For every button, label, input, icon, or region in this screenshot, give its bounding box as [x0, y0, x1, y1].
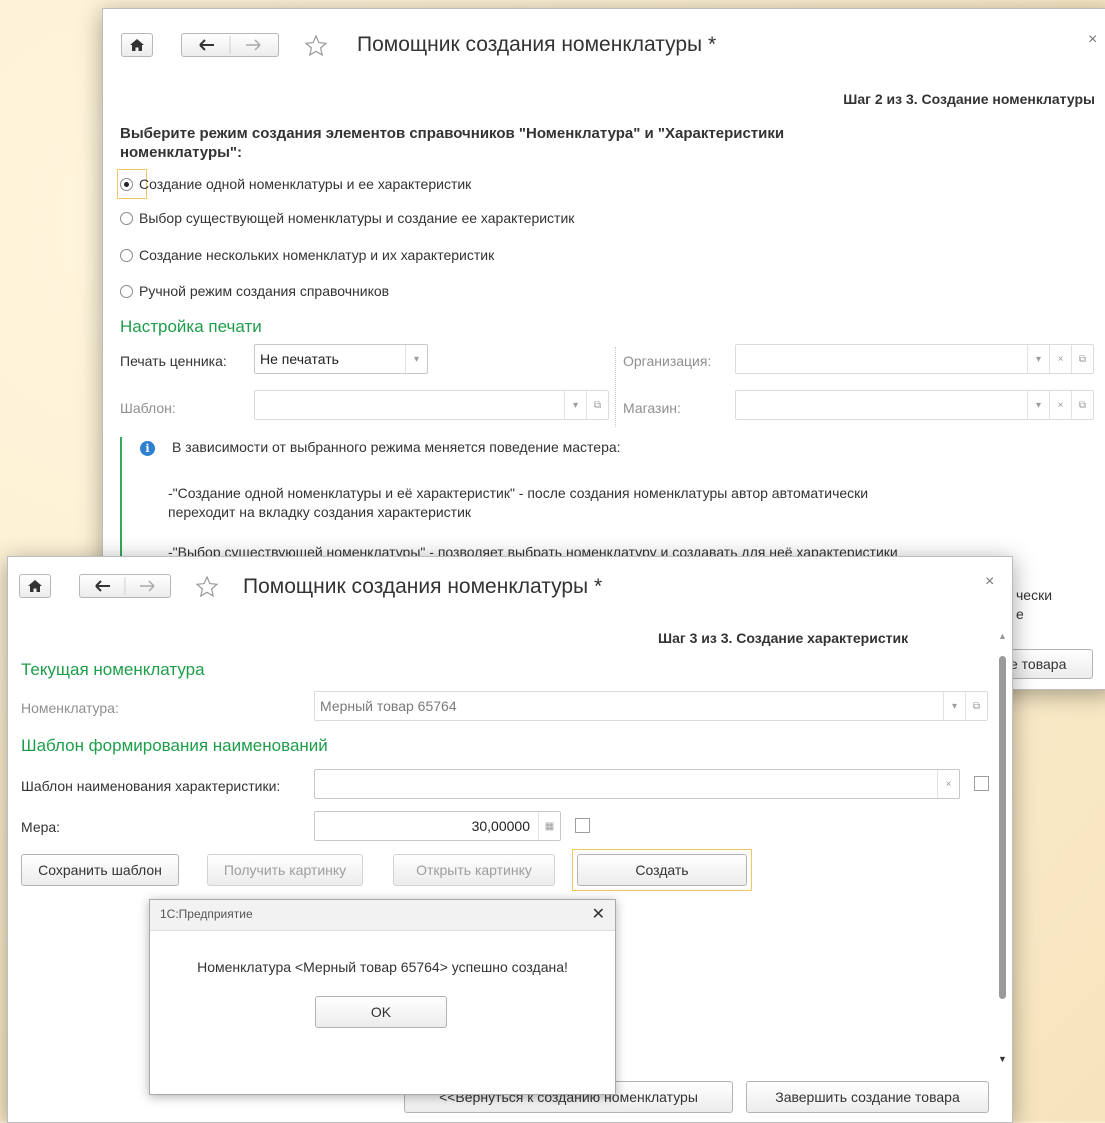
chevron-down-icon[interactable]: ▾: [1027, 345, 1049, 373]
option-label: Ручной режим создания справочников: [139, 283, 390, 299]
nomenclature-value: Мерный товар 65764: [320, 698, 457, 714]
radio[interactable]: [120, 284, 133, 298]
create-button[interactable]: Создать: [577, 854, 747, 886]
get-image-button[interactable]: Получить картинку: [207, 854, 363, 886]
dialog-message: Номенклатура <Мерный товар 65764> успешн…: [197, 959, 568, 975]
wizard-window-step3: Помощник создания номенклатуры * × Шаг 3…: [7, 556, 1013, 1123]
radio-selected[interactable]: [120, 177, 133, 191]
open-icon[interactable]: ⧉: [1071, 391, 1093, 419]
arrow-icons: [199, 36, 261, 54]
favorite-star-icon[interactable]: [195, 575, 219, 599]
char-template-checkbox[interactable]: [974, 776, 989, 791]
home-button[interactable]: [121, 33, 153, 57]
mode-heading-line1: Выберите режим создания элементов справо…: [120, 125, 785, 142]
price-print-value: Не печатать: [260, 351, 339, 367]
home-icon: [130, 39, 144, 51]
price-print-label: Печать ценника:: [120, 353, 227, 369]
measure-input[interactable]: 30,00000 ▦: [314, 811, 561, 841]
char-template-label: Шаблон наименования характеристики:: [21, 778, 281, 794]
nav-arrows: [181, 33, 279, 57]
mode-option-manual[interactable]: Ручной режим создания справочников: [120, 283, 389, 299]
radio[interactable]: [120, 248, 133, 262]
calculator-icon[interactable]: ▦: [538, 812, 560, 840]
open-image-button[interactable]: Открыть картинку: [393, 854, 555, 886]
open-icon[interactable]: ⧉: [1071, 345, 1093, 373]
template-field[interactable]: ▾ ⧉: [254, 390, 609, 420]
info-icon: i: [140, 441, 155, 456]
char-template-input[interactable]: ×: [314, 769, 960, 799]
nomenclature-label: Номенклатура:: [21, 700, 119, 716]
window-title: Помощник создания номенклатуры *: [243, 575, 603, 598]
measure-value: 30,00000: [471, 818, 530, 834]
info-text-6: е: [1016, 606, 1024, 622]
store-field[interactable]: ▾ × ⧉: [735, 390, 1094, 420]
finish-button-partial[interactable]: е товара: [1003, 649, 1093, 679]
dialog-header: 1С:Предприятие ✕: [150, 900, 615, 931]
dialog-title: 1С:Предприятие: [160, 907, 253, 921]
option-label: Создание нескольких номенклатур и их хар…: [139, 247, 495, 263]
nav-arrows: [79, 574, 171, 598]
price-print-select[interactable]: Не печатать ▾: [254, 344, 428, 374]
measure-label: Мера:: [21, 819, 61, 835]
name-template-heading: Шаблон формирования наименований: [21, 736, 328, 755]
info-text-2: -"Создание одной номенклатуры и её харак…: [168, 485, 869, 501]
organization-label: Организация:: [623, 353, 712, 369]
clear-icon[interactable]: ×: [937, 770, 959, 798]
scrollbar[interactable]: [999, 653, 1007, 1023]
measure-checkbox[interactable]: [575, 818, 590, 833]
nomenclature-field[interactable]: Мерный товар 65764 ▾ ⧉: [314, 691, 988, 721]
info-text-3: переходит на вкладку создания характерис…: [168, 504, 472, 520]
mode-option-existing[interactable]: Выбор существующей номенклатуры и создан…: [120, 210, 574, 226]
info-text-5: чески: [1016, 587, 1053, 603]
mode-option-single[interactable]: Создание одной номенклатуры и ее характе…: [120, 176, 471, 192]
chevron-down-icon[interactable]: ▾: [564, 391, 586, 419]
template-label: Шаблон:: [120, 400, 176, 416]
radio[interactable]: [120, 211, 133, 225]
chevron-down-icon[interactable]: ▾: [943, 692, 965, 720]
open-icon[interactable]: ⧉: [965, 692, 987, 720]
save-template-button[interactable]: Сохранить шаблон: [21, 854, 179, 886]
scrollbar-thumb[interactable]: [999, 656, 1006, 999]
step-indicator: Шаг 2 из 3. Создание номенклатуры: [843, 91, 1095, 107]
close-icon[interactable]: ×: [985, 573, 994, 591]
arrow-icons: [95, 577, 155, 595]
mode-heading-line2: номенклатуры":: [120, 144, 243, 161]
close-icon[interactable]: ×: [1088, 31, 1097, 49]
store-label: Магазин:: [623, 400, 681, 416]
column-divider: [615, 347, 616, 427]
scroll-up-icon[interactable]: ▲: [998, 631, 1007, 641]
print-settings-heading: Настройка печати: [120, 317, 262, 336]
home-icon: [28, 580, 42, 592]
option-label: Создание одной номенклатуры и ее характе…: [139, 176, 472, 192]
window-title: Помощник создания номенклатуры *: [357, 33, 717, 56]
organization-field[interactable]: ▾ × ⧉: [735, 344, 1094, 374]
current-nomenclature-heading: Текущая номенклатура: [21, 660, 205, 679]
chevron-down-icon[interactable]: ▾: [1027, 391, 1049, 419]
close-icon[interactable]: ✕: [592, 904, 605, 924]
scroll-down-icon[interactable]: ▼: [998, 1054, 1007, 1064]
info-text-1: В зависимости от выбранного режима меняе…: [172, 439, 621, 455]
option-label: Выбор существующей номенклатуры и создан…: [139, 210, 575, 226]
open-icon[interactable]: ⧉: [586, 391, 608, 419]
step-indicator: Шаг 3 из 3. Создание характеристик: [658, 630, 909, 646]
mode-option-multiple[interactable]: Создание нескольких номенклатур и их хар…: [120, 247, 494, 263]
message-dialog: 1С:Предприятие ✕ Номенклатура <Мерный то…: [149, 899, 616, 1095]
clear-icon[interactable]: ×: [1049, 391, 1071, 419]
home-button[interactable]: [19, 574, 51, 598]
chevron-down-icon[interactable]: ▾: [405, 345, 427, 373]
favorite-star-icon[interactable]: [304, 34, 328, 58]
finish-creation-button[interactable]: Завершить создание товара: [746, 1081, 989, 1113]
ok-button[interactable]: OK: [315, 996, 447, 1028]
clear-icon[interactable]: ×: [1049, 345, 1071, 373]
